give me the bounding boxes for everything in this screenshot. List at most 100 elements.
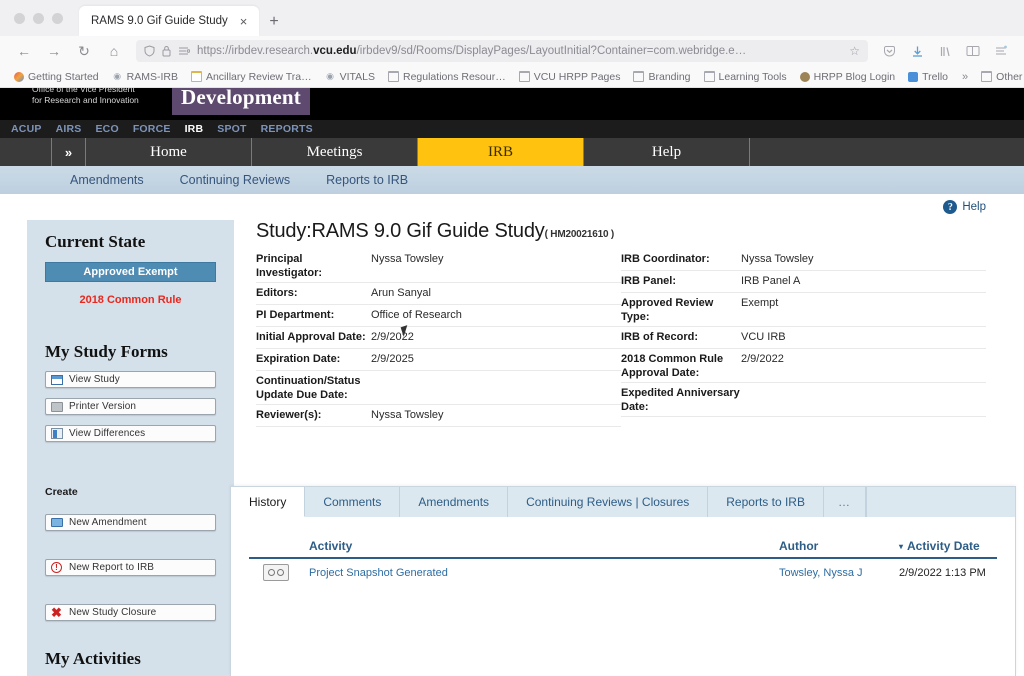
bookmark-item[interactable]: ◉ RAMS-IRB	[106, 68, 184, 86]
tab-continuing-reviews-closures[interactable]: Continuing Reviews | Closures	[508, 487, 709, 517]
shield-icon[interactable]	[144, 45, 155, 57]
subnav-reports-to-irb[interactable]: Reports to IRB	[326, 173, 408, 187]
new-amendment-button[interactable]: New Amendment	[45, 514, 216, 531]
bookmark-item[interactable]: VCU HRPP Pages	[513, 68, 627, 86]
view-differences-button[interactable]: View Differences	[45, 425, 216, 442]
library-icon[interactable]	[932, 39, 958, 63]
my-activities-heading: My Activities	[45, 649, 141, 668]
nav-tab-irb[interactable]: IRB	[418, 138, 584, 166]
detail-value: 2/9/2025	[371, 353, 414, 365]
other-bookmarks-item[interactable]: Other Bookmarks	[975, 68, 1024, 86]
url-domain: vcu.edu	[313, 45, 357, 57]
bookmark-item[interactable]: Trello	[902, 68, 954, 86]
button-label: Printer Version	[69, 401, 137, 412]
sub-nav: Amendments Continuing Reviews Reports to…	[0, 166, 1024, 194]
bookmark-label: VCU HRPP Pages	[533, 70, 621, 83]
trello-icon	[908, 71, 919, 82]
column-header-activity-date[interactable]: ▾ Activity Date	[899, 539, 980, 553]
reader-mode-icon[interactable]	[178, 46, 190, 56]
detail-row: Expiration Date: 2/9/2025	[256, 349, 621, 371]
app-nav-acup[interactable]: ACUP	[4, 123, 49, 135]
browser-tab[interactable]: RAMS 9.0 Gif Guide Study ×	[79, 6, 260, 36]
nav-tab-help[interactable]: Help	[584, 138, 750, 166]
bookmark-item[interactable]: Branding	[627, 68, 696, 86]
column-header-author[interactable]: Author	[779, 539, 899, 553]
folder-icon	[50, 517, 63, 529]
help-label: Help	[962, 201, 986, 213]
view-study-button[interactable]: View Study	[45, 371, 216, 388]
column-header-activity[interactable]: Activity	[249, 539, 779, 553]
subnav-continuing-reviews[interactable]: Continuing Reviews	[180, 173, 290, 187]
brown-circle-icon	[799, 71, 810, 82]
browser-window: RAMS 9.0 Gif Guide Study × + ← → ↻ ⌂ htt…	[0, 0, 1024, 676]
account-menu-icon[interactable]	[988, 39, 1014, 63]
printer-icon	[50, 401, 63, 413]
close-tab-icon[interactable]: ×	[236, 13, 252, 30]
help-link[interactable]: ? Help	[943, 200, 986, 214]
maximize-window-button[interactable]	[52, 12, 63, 24]
bookmark-item[interactable]: Ancillary Review Tra…	[185, 68, 318, 86]
nav-tab-home[interactable]: Home	[86, 138, 252, 166]
app-nav-irb[interactable]: IRB	[178, 123, 211, 135]
folder-icon	[519, 71, 530, 82]
app-nav-spot[interactable]: SPOT	[210, 123, 253, 135]
tab-history[interactable]: History	[231, 487, 306, 517]
row-author[interactable]: Towsley, Nyssa J	[779, 567, 899, 579]
bookmarks-overflow-icon[interactable]: »	[956, 71, 974, 83]
home-icon[interactable]: ⌂	[100, 39, 128, 63]
help-icon: ?	[943, 200, 958, 214]
tab-comments[interactable]: Comments	[305, 487, 401, 517]
detail-value: Nyssa Towsley	[741, 253, 814, 265]
app-nav-eco[interactable]: ECO	[88, 123, 125, 135]
bookmark-item[interactable]: HRPP Blog Login	[794, 68, 902, 86]
bookmark-item[interactable]: Regulations Resour…	[382, 68, 512, 86]
tab-amendments[interactable]: Amendments	[400, 487, 509, 517]
bookmark-item[interactable]: Getting Started	[8, 68, 105, 86]
reload-icon[interactable]: ↻	[70, 39, 98, 63]
bookmark-item[interactable]: ◉ VITALS	[319, 68, 381, 86]
detail-value: Office of Research	[371, 309, 462, 321]
printer-version-button[interactable]: Printer Version	[45, 398, 216, 415]
downloads-icon[interactable]	[904, 39, 930, 63]
my-study-forms-heading: My Study Forms	[45, 342, 168, 361]
lock-icon[interactable]	[162, 45, 171, 57]
tab-strip: RAMS 9.0 Gif Guide Study × +	[0, 0, 1024, 36]
content-area: ? Help Current State Approved Exempt 201…	[0, 194, 1024, 676]
close-window-button[interactable]	[14, 12, 25, 24]
snapshot-icon	[249, 564, 309, 581]
detail-label: Editors:	[256, 287, 298, 299]
nav-more-button[interactable]: »	[52, 138, 86, 166]
study-id: ( HM20021610 )	[544, 229, 615, 240]
minimize-window-button[interactable]	[33, 12, 44, 24]
subnav-amendments[interactable]: Amendments	[70, 173, 144, 187]
sidebar-icon[interactable]	[960, 39, 986, 63]
globe-icon: ◉	[326, 71, 335, 81]
row-activity[interactable]: Project Snapshot Generated	[309, 567, 779, 579]
nav-tab-meetings[interactable]: Meetings	[252, 138, 418, 166]
table-row[interactable]: Project Snapshot Generated Towsley, Nyss…	[249, 559, 997, 586]
bookmark-item[interactable]: Learning Tools	[698, 68, 793, 86]
detail-row: Principal Investigator: Nyssa Towsley	[256, 249, 621, 283]
app-nav-reports[interactable]: REPORTS	[254, 123, 320, 135]
detail-label: IRB Coordinator:	[621, 253, 710, 265]
differences-icon	[50, 428, 63, 440]
back-icon[interactable]: ←	[10, 39, 38, 63]
detail-value: IRB Panel A	[741, 275, 801, 287]
details-left-column: Principal Investigator: Nyssa Towsley Edi…	[256, 249, 621, 427]
new-tab-button[interactable]: +	[259, 14, 288, 30]
detail-label: Initial Approval Date:	[256, 331, 366, 343]
url-text[interactable]: https://irbdev.research.vcu.edu/irbdev9/…	[197, 45, 842, 57]
left-sidebar: Current State Approved Exempt 2018 Commo…	[27, 220, 234, 676]
tab-overflow-icon[interactable]: …	[823, 487, 866, 517]
help-bar: ? Help	[0, 194, 1024, 220]
tab-reports-to-irb[interactable]: Reports to IRB	[708, 487, 824, 517]
app-nav-airs[interactable]: AIRS	[49, 123, 89, 135]
forward-icon[interactable]: →	[40, 39, 68, 63]
new-study-closure-button[interactable]: ✖ New Study Closure	[45, 604, 216, 621]
app-nav-force[interactable]: FORCE	[126, 123, 178, 135]
url-bar[interactable]: https://irbdev.research.vcu.edu/irbdev9/…	[136, 40, 868, 62]
detail-label: Reviewer(s):	[256, 409, 322, 421]
pocket-icon[interactable]	[876, 39, 902, 63]
new-report-to-irb-button[interactable]: ! New Report to IRB	[45, 559, 216, 576]
bookmark-star-icon[interactable]: ☆	[849, 44, 860, 58]
